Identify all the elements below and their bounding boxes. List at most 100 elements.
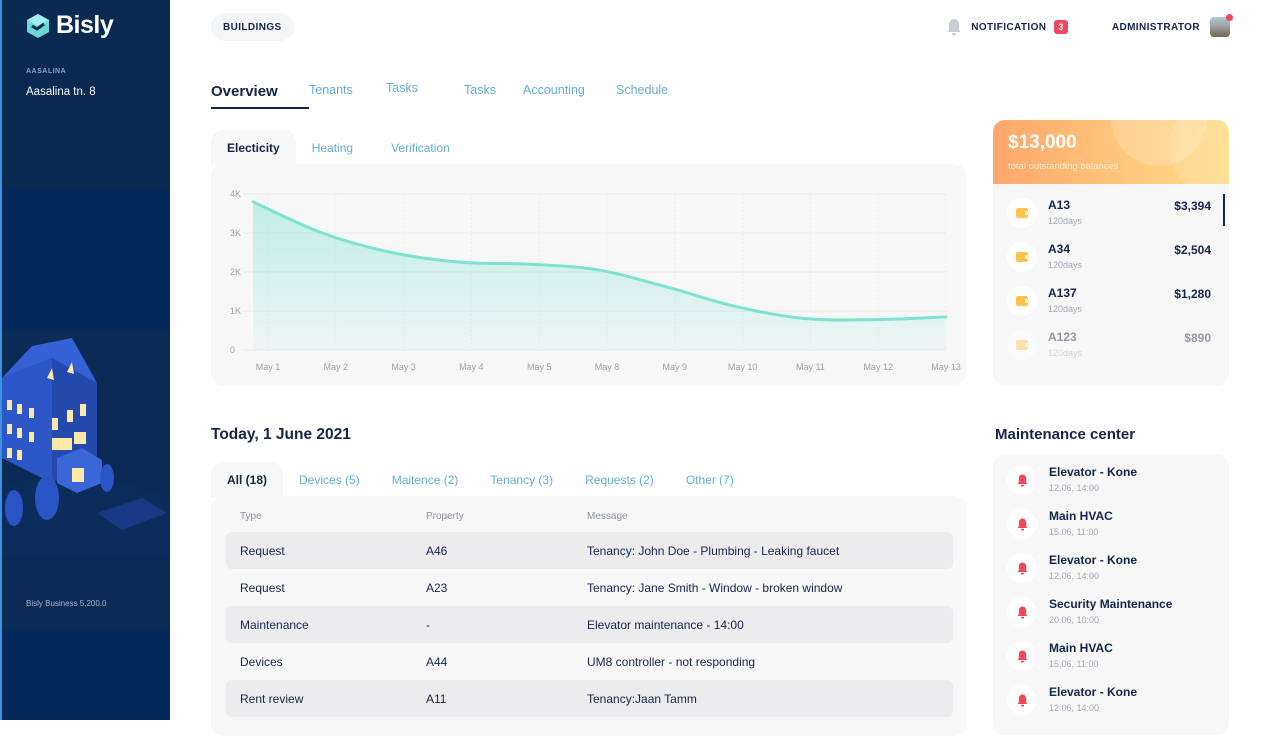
notification-count-badge: 3 [1054, 20, 1068, 34]
top-bar: NOTIFICATION 3 ADMINISTRATOR [947, 14, 1233, 38]
tab-electricity[interactable]: Electicity [211, 130, 296, 166]
building-group-label: AASALINA [26, 68, 67, 75]
balance-unit: A123 [1048, 330, 1077, 344]
filter-tenancy[interactable]: Tenancy (3) [474, 462, 569, 498]
activity-table: Type Property Message Request A46 Tenancy:… [211, 496, 966, 736]
maintenance-name: Elevator - Kone [1049, 465, 1138, 479]
x-tick-label: May 4 [459, 362, 484, 372]
column-type: Type [240, 511, 262, 522]
maintenance-list: Elevator - Kone 12.06, 14:00 Main HVAC 15.0… [993, 455, 1229, 735]
x-tick-label: May 13 [931, 362, 961, 372]
alert-icon-container [1007, 641, 1037, 671]
wallet-icon [1016, 340, 1029, 350]
maintenance-item[interactable]: Elevator - Kone 12.06, 14:00 [993, 543, 1229, 587]
user-role-label[interactable]: ADMINISTRATOR [1112, 22, 1200, 33]
filter-maintenance[interactable]: Maitence (2) [376, 462, 475, 498]
wallet-icon [1016, 296, 1029, 306]
cell-type: Maintenance [240, 617, 309, 632]
tab-overview[interactable]: Overview [211, 83, 309, 109]
sidebar-bottom [2, 630, 170, 720]
balance-unit: A13 [1048, 198, 1071, 212]
y-tick-label: 3K [230, 228, 241, 238]
tab-verification[interactable]: Verification [369, 130, 466, 166]
bell-alert-icon [1017, 694, 1027, 707]
breadcrumb-buildings[interactable]: BUILDINGS [211, 13, 294, 41]
brand-logo[interactable]: Bisly [26, 11, 114, 40]
table-header: Type Property Message [240, 511, 940, 522]
cell-message: Elevator maintenance - 14:00 [587, 617, 744, 632]
x-tick-label: May 9 [663, 362, 688, 372]
avatar[interactable] [1210, 14, 1233, 37]
decorative-circle [1169, 120, 1229, 184]
tab-schedule[interactable]: Schedule [616, 83, 696, 105]
cell-property: A44 [426, 654, 448, 669]
maintenance-item[interactable]: Main HVAC 15.06, 11:00 [993, 631, 1229, 675]
tab-accounting[interactable]: Accounting [523, 83, 616, 105]
wallet-icon [1016, 252, 1029, 262]
balance-amount: $3,394 [1174, 199, 1211, 213]
x-tick-label: May 3 [391, 362, 416, 372]
maintenance-name: Main HVAC [1049, 509, 1113, 523]
maintenance-item[interactable]: Security Maintenance 20.06, 10:00 [993, 587, 1229, 631]
cell-type: Devices [240, 654, 283, 669]
outstanding-balances-card: $13,000 total outstanding balances A13 12… [993, 120, 1229, 385]
filter-devices[interactable]: Devices (5) [283, 462, 376, 498]
x-tick-label: May 5 [527, 362, 552, 372]
maintenance-name: Elevator - Kone [1049, 685, 1138, 699]
balances-list: A13 120days $3,394 A34 120days $2,504 A137 120d… [993, 192, 1229, 368]
bell-icon[interactable] [947, 18, 961, 36]
cell-type: Rent review [240, 691, 304, 706]
balance-age: 120days [1048, 304, 1083, 314]
x-tick-label: May 12 [863, 362, 893, 372]
app-version: Bisly Business 5.200.0 [26, 599, 107, 608]
x-tick-label: May 11 [796, 362, 825, 372]
building-selector[interactable]: Aasalina tn. 8 [26, 86, 96, 98]
balance-age: 120days [1048, 348, 1083, 358]
y-tick-label: 1K [230, 306, 241, 316]
sidebar: Bisly AASALINA Aasalina tn. 8 Bisly Busi… [0, 0, 170, 720]
wallet-icon-container [1007, 242, 1037, 272]
filter-requests[interactable]: Requests (2) [569, 462, 670, 498]
y-tick-label: 4K [230, 189, 241, 199]
balances-header: $13,000 total outstanding balances [993, 120, 1229, 184]
tab-heating[interactable]: Heating [296, 130, 369, 166]
balance-item[interactable]: A137 120days $1,280 [993, 280, 1229, 324]
wallet-icon-container [1007, 198, 1037, 228]
brand-name: Bisly [56, 11, 114, 39]
maintenance-time: 15.06, 11:00 [1049, 527, 1099, 537]
balance-item[interactable]: A13 120days $3,394 [993, 192, 1229, 236]
cell-message: Tenancy: John Doe - Plumbing - Leaking f… [587, 543, 840, 558]
maintenance-time: 12.06, 14:00 [1049, 703, 1100, 713]
maintenance-item[interactable]: Elevator - Kone 12.06, 14:00 [993, 675, 1229, 719]
maintenance-time: 12.06, 14:00 [1049, 483, 1100, 493]
bell-alert-icon [1017, 474, 1027, 487]
table-row[interactable]: Request A23 Tenancy: Jane Smith - Window -… [226, 569, 953, 606]
maintenance-name: Security Maintenance [1049, 597, 1173, 611]
bell-alert-icon [1017, 518, 1027, 531]
balance-amount: $1,280 [1174, 287, 1211, 301]
table-row[interactable]: Devices A44 UM8 controller - not respondin… [226, 643, 953, 680]
filter-all[interactable]: All (18) [211, 462, 284, 498]
balance-unit: A34 [1048, 242, 1071, 256]
filter-other[interactable]: Other (7) [670, 462, 750, 498]
table-row[interactable]: Rent review A11 Tenancy:Jaan Tamm [226, 680, 953, 717]
balance-item[interactable]: A34 120days $2,504 [993, 236, 1229, 280]
wallet-icon-container [1007, 330, 1037, 360]
tab-tasks[interactable]: Tasks [386, 81, 464, 103]
maintenance-name: Main HVAC [1049, 641, 1113, 655]
today-heading: Today, 1 June 2021 [211, 426, 351, 443]
table-row[interactable]: Request A46 Tenancy: John Doe - Plumbing -… [226, 532, 953, 569]
balance-item[interactable]: A123 120days $890 [993, 324, 1229, 368]
scrollbar[interactable] [1223, 194, 1225, 226]
tab-tasks-2[interactable]: Tasks [464, 83, 523, 105]
maintenance-time: 15.06, 11:00 [1049, 659, 1099, 669]
cell-type: Request [240, 543, 285, 558]
cell-message: Tenancy:Jaan Tamm [587, 691, 697, 706]
x-tick-label: May 10 [728, 362, 758, 372]
maintenance-item[interactable]: Main HVAC 15.06, 11:00 [993, 499, 1229, 543]
table-row[interactable]: Maintenance - Elevator maintenance - 14:00 [226, 606, 953, 643]
maintenance-item[interactable]: Elevator - Kone 12.06, 14:00 [993, 455, 1229, 499]
tab-tenants[interactable]: Tenants [309, 83, 386, 105]
notification-label[interactable]: NOTIFICATION [971, 22, 1046, 33]
column-message: Message [587, 511, 628, 522]
